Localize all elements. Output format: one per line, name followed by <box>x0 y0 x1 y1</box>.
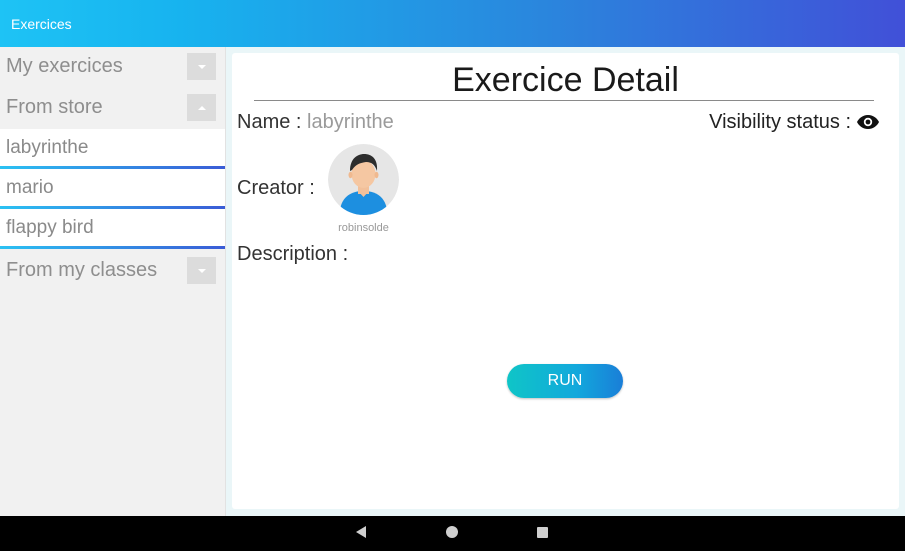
sidebar-section-my-exercices[interactable]: My exercices <box>0 47 225 88</box>
sidebar-section-from-store[interactable]: From store <box>0 88 225 129</box>
expand-my-exercices-button[interactable] <box>187 53 216 80</box>
title-divider <box>254 100 874 101</box>
list-item-labyrinthe[interactable]: labyrinthe <box>0 129 225 169</box>
exercice-detail-card: Exercice Detail Name : labyrinthe Visibi… <box>232 53 899 509</box>
section-label: From store <box>6 96 103 118</box>
sidebar-section-from-my-classes[interactable]: From my classes <box>0 251 225 292</box>
creator-label: Creator : <box>237 177 315 199</box>
section-label: My exercices <box>6 55 123 77</box>
name-row: Name : labyrinthe <box>237 111 394 134</box>
eye-icon[interactable] <box>856 110 880 134</box>
creator-username: robinsolde <box>338 222 389 234</box>
visibility-label: Visibility status : <box>709 111 851 133</box>
list-item-label: mario <box>6 177 54 198</box>
chevron-down-icon <box>197 268 206 273</box>
avatar-icon <box>328 144 399 215</box>
list-item-label: flappy bird <box>6 217 94 238</box>
creator-avatar <box>328 144 399 215</box>
page-title: Exercice Detail <box>452 61 679 99</box>
chevron-up-icon <box>197 105 206 110</box>
app-bar: Exercices <box>0 0 905 47</box>
list-item-flappy-bird[interactable]: flappy bird <box>0 209 225 249</box>
app-title: Exercices <box>11 16 72 32</box>
run-button[interactable]: RUN <box>507 364 623 398</box>
name-value: labyrinthe <box>307 111 394 133</box>
home-circle-icon[interactable] <box>446 526 458 538</box>
back-triangle-icon[interactable] <box>355 525 367 539</box>
section-label: From my classes <box>6 259 158 281</box>
sidebar: My exercices From store labyrinthe mario… <box>0 47 226 516</box>
chevron-down-icon <box>197 64 206 69</box>
description-label: Description : <box>237 243 349 265</box>
expand-from-my-classes-button[interactable] <box>187 257 216 284</box>
system-navigation-bar <box>0 516 905 551</box>
name-label: Name : <box>237 111 308 133</box>
recents-square-icon[interactable] <box>537 527 548 538</box>
list-item-label: labyrinthe <box>6 137 89 158</box>
list-item-mario[interactable]: mario <box>0 169 225 209</box>
collapse-from-store-button[interactable] <box>187 94 216 121</box>
